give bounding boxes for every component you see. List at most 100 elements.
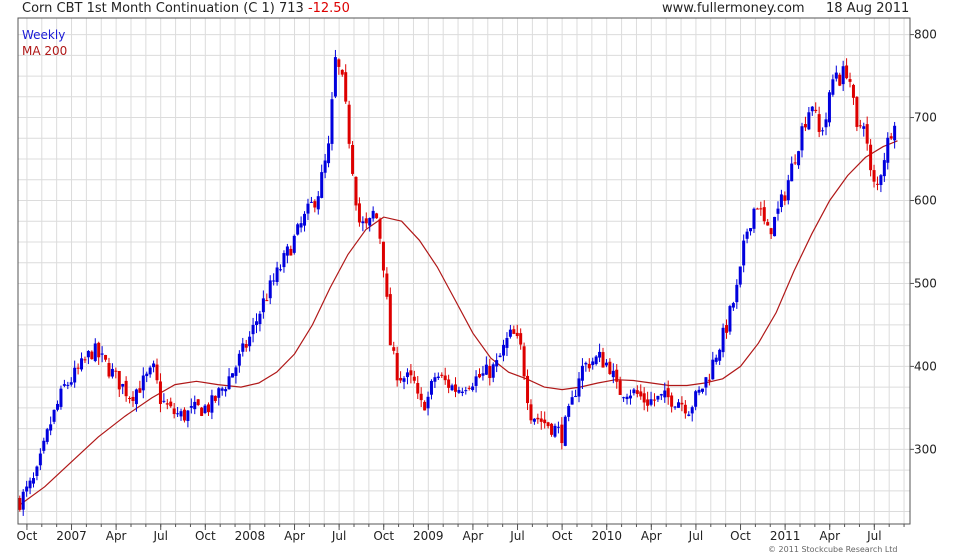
grid [18, 18, 910, 524]
chart-title: Corn CBT 1st Month Continuation (C 1) 71… [22, 1, 350, 16]
candle-down [347, 104, 351, 144]
candle-down [515, 332, 519, 337]
candle-down [200, 407, 204, 416]
candle-down [522, 346, 526, 377]
candle-down [467, 387, 471, 389]
x-tick-label: Oct [730, 529, 751, 543]
candle-up [622, 397, 626, 399]
candle-down [560, 424, 564, 444]
candle-up [879, 175, 883, 186]
candle-down [872, 170, 876, 182]
candle-up [186, 410, 190, 421]
candle-down [642, 393, 646, 403]
candle-up [862, 126, 866, 129]
candle-down [759, 208, 763, 210]
candle-up [272, 280, 276, 282]
candle-down [357, 203, 361, 223]
candle-up [690, 407, 694, 414]
candle-up [436, 376, 440, 378]
candle-up [484, 364, 488, 375]
candle-up [687, 414, 691, 416]
candle-up [649, 399, 653, 405]
candle-up [498, 355, 502, 358]
candle-up [786, 180, 790, 201]
candle-up [121, 383, 125, 387]
candle-down [443, 375, 447, 381]
x-tick-label: Jul [331, 529, 346, 543]
candle-up [402, 378, 406, 382]
candle-up [32, 478, 36, 484]
x-tick-label: 2007 [56, 529, 87, 543]
candle-down [182, 409, 186, 421]
candle-up [148, 367, 152, 375]
candle-up [495, 360, 499, 367]
candle-down [351, 145, 355, 174]
candle-down [392, 347, 396, 351]
candle-down [769, 228, 773, 235]
candle-up [405, 372, 409, 378]
candle-up [714, 357, 718, 362]
candle-down [762, 207, 766, 222]
candle-layer [18, 49, 897, 516]
candle-down [289, 248, 293, 256]
plot-frame [17, 17, 911, 525]
candle-up [591, 361, 595, 366]
candle-down [378, 219, 382, 239]
candle-down [399, 377, 403, 381]
candle-down [646, 399, 650, 406]
candle-up [86, 351, 90, 358]
candle-up [697, 389, 701, 393]
site-label[interactable]: www.fullermoney.com [662, 1, 805, 16]
candle-up [433, 377, 437, 382]
x-tick-label: Jul [509, 529, 524, 543]
candle-down [783, 195, 787, 201]
candle-up [532, 418, 536, 422]
candle-down [618, 380, 622, 395]
candle-down [165, 403, 169, 405]
candle-up [69, 382, 73, 385]
candle-up [776, 208, 780, 214]
candle-up [584, 362, 588, 365]
chart-date: 18 Aug 2011 [826, 1, 910, 16]
candle-up [316, 196, 320, 210]
candle-up [80, 358, 84, 370]
candle-up [704, 377, 708, 388]
candle-down [265, 300, 269, 302]
candle-up [299, 223, 303, 228]
candle-down [412, 376, 416, 381]
candle-up [886, 137, 890, 163]
candle-up [220, 388, 224, 391]
candle-down [845, 65, 849, 79]
x-tick-label: Jul [866, 529, 881, 543]
candle-down [478, 373, 482, 378]
x-tick-label: Jul [152, 529, 167, 543]
legend-weekly: Weekly [22, 28, 66, 42]
candle-down [155, 364, 159, 381]
candle-down [543, 419, 547, 424]
candle-down [340, 69, 344, 75]
candle-up [241, 343, 245, 352]
candle-down [838, 74, 842, 86]
candle-up [52, 409, 56, 422]
candle-down [858, 125, 862, 127]
candle-down [128, 398, 132, 400]
candle-down [526, 375, 530, 404]
candle-down [416, 383, 420, 394]
candle-down [354, 176, 358, 206]
candle-up [718, 349, 722, 361]
candle-down [158, 381, 162, 404]
candle-down [512, 329, 516, 334]
candle-down [138, 388, 142, 393]
candle-up [471, 386, 475, 391]
candle-up [292, 235, 296, 253]
candle-down [546, 422, 550, 427]
candle-up [110, 368, 114, 377]
candle-up [162, 400, 166, 402]
candle-up [368, 218, 372, 226]
x-tick-label: Jul [688, 529, 703, 543]
candle-down [608, 361, 612, 374]
candle-up [49, 424, 53, 431]
candle-up [611, 370, 615, 378]
candle-up [752, 208, 756, 229]
candle-up [790, 163, 794, 182]
